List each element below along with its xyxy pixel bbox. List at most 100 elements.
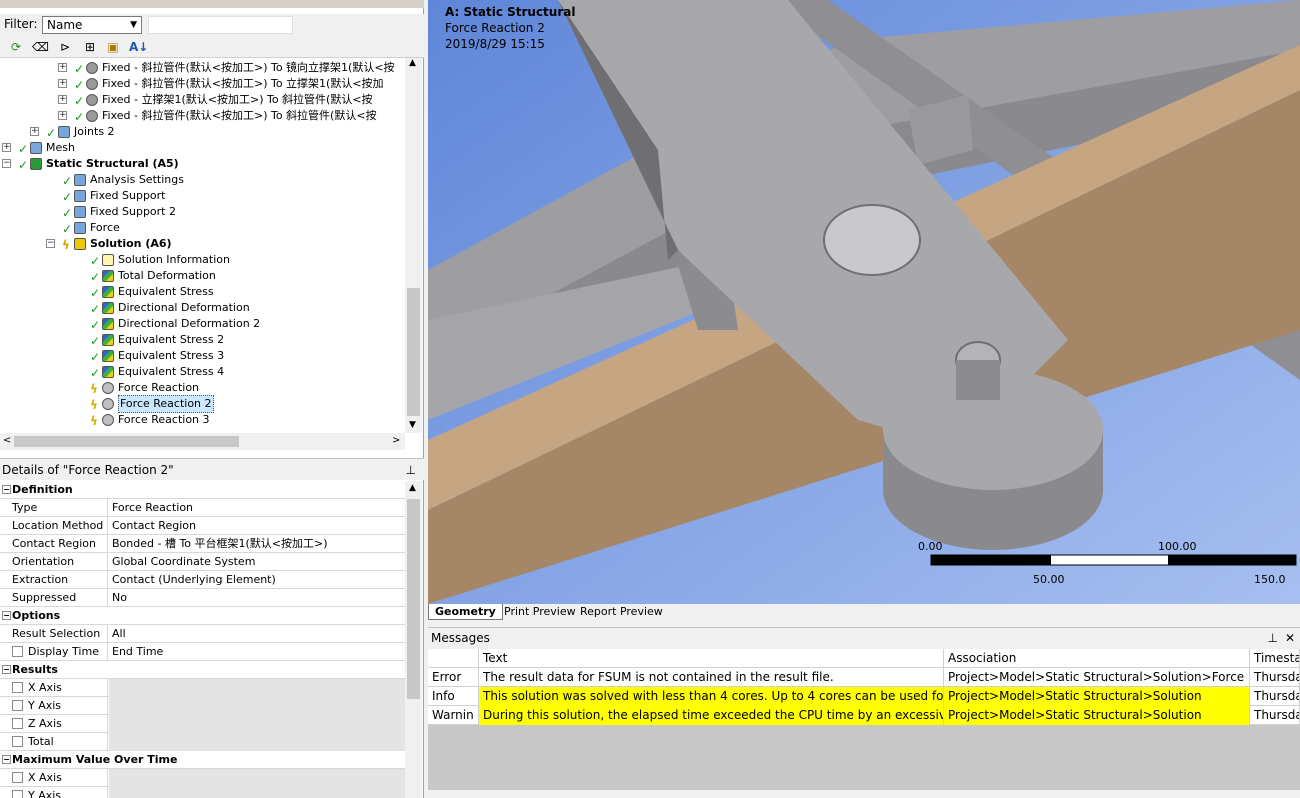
expand-icon[interactable]: + (58, 111, 67, 120)
graphics-viewport[interactable]: 0.00 100.00 50.00 150.0 A: Static Struct… (428, 0, 1300, 604)
details-value[interactable] (109, 679, 405, 697)
tab-report-preview[interactable]: Report Preview (574, 604, 669, 620)
refresh-icon[interactable]: ⟳ (8, 39, 24, 55)
expand-icon[interactable]: + (58, 79, 67, 88)
message-row[interactable]: Info This solution was solved with less t… (428, 687, 1300, 706)
messages-title-bar: Messages ⊥ ✕ (428, 627, 1300, 647)
pin-side (956, 360, 1000, 400)
details-value[interactable]: End Time (109, 643, 405, 661)
parameter-checkbox[interactable] (12, 718, 23, 729)
eraser-icon[interactable]: ⌫ (32, 39, 49, 55)
column-header[interactable]: Text (479, 649, 944, 668)
collapse-icon[interactable]: − (46, 239, 55, 248)
tree-node-label: Solution (A6) (90, 237, 172, 250)
expand-icon[interactable]: + (58, 95, 67, 104)
details-row[interactable]: Z Axis (0, 715, 405, 733)
details-value[interactable] (109, 715, 405, 733)
expand-icon[interactable]: + (2, 143, 11, 152)
filter-input[interactable] (148, 16, 293, 34)
details-row[interactable]: Result Selection All (0, 625, 405, 643)
details-row[interactable]: Contact Region Bonded - 槽 To 平台框架1(默认<按加工… (0, 535, 405, 553)
details-value[interactable]: Force Reaction (109, 499, 405, 517)
folder-icon[interactable]: ▣ (105, 39, 121, 55)
close-icon[interactable]: ✕ (1285, 628, 1295, 648)
check-icon: ✓ (62, 206, 73, 220)
parameter-checkbox[interactable] (12, 790, 23, 798)
details-row[interactable]: X Axis (0, 679, 405, 697)
tree-node-label: Solution Information (118, 253, 230, 266)
details-row[interactable]: Type Force Reaction (0, 499, 405, 517)
expand-icon[interactable]: + (30, 127, 39, 136)
tree-node-label: Mesh (46, 141, 75, 154)
details-value[interactable]: Global Coordinate System (109, 553, 405, 571)
expand-icon[interactable]: + (58, 63, 67, 72)
scroll-left-icon[interactable]: < (3, 435, 11, 446)
details-vertical-scrollbar[interactable]: ▲ (405, 481, 422, 798)
outline-toolbar: ⟳ ⌫ ⊳ ⊞ ▣ A↓ (0, 36, 424, 58)
details-row[interactable]: X Axis (0, 769, 405, 787)
check-icon: ✓ (90, 254, 101, 268)
column-header[interactable] (428, 649, 479, 668)
scroll-right-icon[interactable]: > (392, 435, 400, 446)
details-vscroll-thumb[interactable] (407, 499, 420, 699)
parameter-checkbox[interactable] (12, 646, 23, 657)
details-row[interactable]: Total (0, 733, 405, 751)
details-row[interactable]: Y Axis (0, 697, 405, 715)
scroll-down-icon[interactable]: ▼ (409, 420, 416, 430)
tab-geometry[interactable]: Geometry (428, 604, 503, 620)
message-row[interactable]: Warnin During this solution, the elapsed … (428, 706, 1300, 725)
details-value[interactable]: Bonded - 槽 To 平台框架1(默认<按加工>) (109, 535, 405, 553)
details-row[interactable]: Extraction Contact (Underlying Element) (0, 571, 405, 589)
details-row[interactable]: Y Axis (0, 787, 405, 798)
scale-label-150: 150.0 (1254, 573, 1286, 586)
details-value[interactable] (109, 733, 405, 751)
details-value[interactable] (109, 697, 405, 715)
details-value[interactable]: Contact Region (109, 517, 405, 535)
scroll-up-icon[interactable]: ▲ (409, 483, 416, 493)
message-cell-time: Thursda (1250, 687, 1300, 706)
messages-horizontal-scrollbar[interactable] (428, 790, 1300, 798)
column-header[interactable]: Timesta (1250, 649, 1300, 668)
tree-hscroll-thumb[interactable] (14, 436, 239, 447)
details-section[interactable]: − Results (0, 661, 405, 679)
details-value[interactable] (109, 769, 405, 787)
parameter-checkbox[interactable] (12, 682, 23, 693)
viewport-date: 2019/8/29 15:15 (445, 37, 545, 51)
collapse-icon[interactable]: − (2, 159, 11, 168)
details-value[interactable]: All (109, 625, 405, 643)
parameter-checkbox[interactable] (12, 700, 23, 711)
column-header[interactable]: Association (944, 649, 1250, 668)
details-title-bar: Details of "Force Reaction 2" ⊥ (0, 458, 424, 480)
fixed-joint-icon (86, 94, 98, 106)
details-value[interactable]: No (109, 589, 405, 607)
details-key-label: Contact Region (12, 537, 96, 550)
tree-horizontal-scrollbar[interactable]: < > (0, 433, 405, 450)
details-row[interactable]: Orientation Global Coordinate System (0, 553, 405, 571)
expand-all-icon[interactable]: ⊞ (82, 39, 98, 55)
filter-label: Filter: (4, 17, 38, 31)
message-row[interactable]: Error The result data for FSUM is not con… (428, 668, 1300, 687)
details-row[interactable]: Suppressed No (0, 589, 405, 607)
parameter-checkbox[interactable] (12, 736, 23, 747)
details-section[interactable]: − Options (0, 607, 405, 625)
tree-vertical-scrollbar[interactable]: ▲ ▼ (405, 58, 422, 433)
details-row[interactable]: Display Time End Time (0, 643, 405, 661)
parameter-checkbox[interactable] (12, 772, 23, 783)
scroll-up-icon[interactable]: ▲ (409, 58, 416, 68)
viewport-legend: A: Static Structural Force Reaction 2 20… (445, 4, 575, 52)
details-section[interactable]: − Maximum Value Over Time (0, 751, 405, 769)
tree-vscroll-thumb[interactable] (407, 288, 420, 416)
details-value[interactable]: Contact (Underlying Element) (109, 571, 405, 589)
pin-icon[interactable]: ⊥ (1268, 628, 1278, 648)
tree-node-label: Equivalent Stress 3 (118, 349, 225, 362)
tree-expand-icon[interactable]: ⊳ (57, 39, 73, 55)
details-section[interactable]: − Definition (0, 481, 405, 499)
sort-az-icon[interactable]: A↓ (129, 39, 148, 55)
details-row[interactable]: Location Method Contact Region (0, 517, 405, 535)
pin-icon[interactable]: ⊥ (406, 459, 416, 481)
result-icon (102, 318, 114, 330)
tab-print-preview[interactable]: Print Preview (498, 604, 582, 620)
filter-select[interactable]: Name ▼ (42, 16, 142, 34)
fixed-support-icon (74, 206, 86, 218)
details-value[interactable] (109, 787, 405, 798)
